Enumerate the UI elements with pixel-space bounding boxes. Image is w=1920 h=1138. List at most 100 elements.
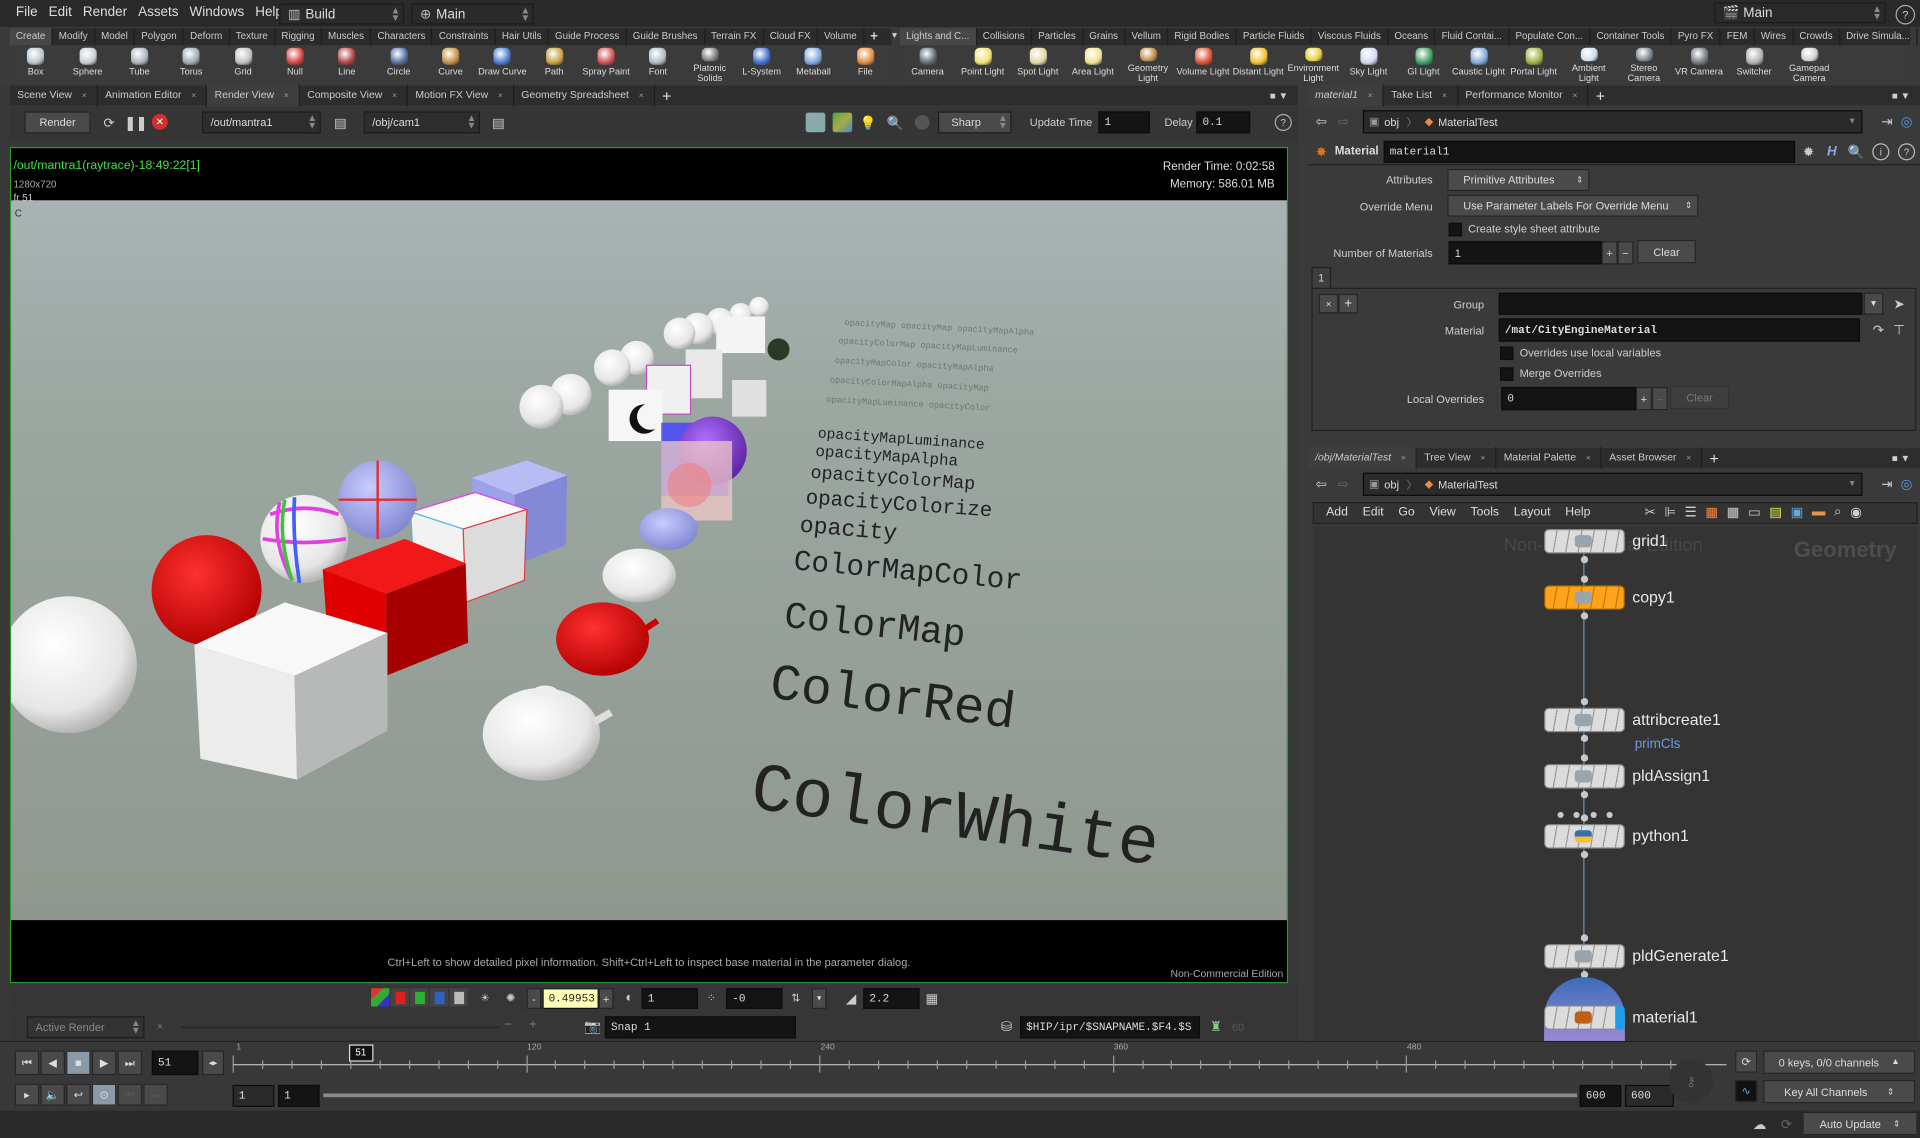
pane-menu-icon[interactable]: ■ ▼ xyxy=(1892,90,1910,101)
brain-icon[interactable]: ☁ xyxy=(1751,1116,1768,1133)
tool-null[interactable]: Null xyxy=(270,45,319,83)
audio-icon[interactable]: 🔈 xyxy=(40,1083,65,1106)
range-slider[interactable] xyxy=(323,1093,1578,1098)
tool-sky-light[interactable]: Sky Light xyxy=(1341,45,1396,83)
play-button[interactable]: ▶ xyxy=(91,1050,117,1076)
pane-menu-icon[interactable]: ■ ▼ xyxy=(1270,90,1288,101)
forward-icon[interactable]: ⇨ xyxy=(1335,113,1352,130)
menu-assets[interactable]: Assets xyxy=(138,5,178,20)
preview-mode-selector[interactable]: Sharp ▲ ▼ xyxy=(937,111,1012,134)
close-tab-icon[interactable]: × xyxy=(1401,454,1406,463)
sticky-note-icon[interactable]: ▤ xyxy=(1769,504,1782,521)
green-channel-button[interactable] xyxy=(410,988,429,1007)
remove-snapshot-icon[interactable]: × xyxy=(157,1020,163,1032)
node-label[interactable]: copy1 xyxy=(1632,588,1674,606)
tab-take-list[interactable]: Take List × xyxy=(1384,84,1459,107)
shape-palette-icon[interactable]: ▦ xyxy=(1727,504,1740,521)
tree-icon[interactable]: ⊫ xyxy=(1664,504,1676,521)
keys-status[interactable]: 0 keys, 0/0 channels ▲ xyxy=(1763,1050,1916,1074)
node-label[interactable]: grid1 xyxy=(1632,531,1667,549)
save-snapshot-icon[interactable]: ⛁ xyxy=(999,1018,1014,1035)
help-icon[interactable]: ? xyxy=(1897,143,1916,161)
next-key-button[interactable]: ⏭ xyxy=(143,1083,168,1106)
path-field[interactable]: ▣ obj 〉 ◆ MaterialTest ▼ xyxy=(1362,110,1863,134)
tool-l-system[interactable]: L-System xyxy=(737,45,786,83)
path-segment[interactable]: MaterialTest xyxy=(1438,116,1497,128)
tool-gamepad-camera[interactable]: Gamepad Camera xyxy=(1782,45,1837,83)
shelf-tab-oceans[interactable]: Oceans xyxy=(1388,28,1436,46)
tool-stereo-camera[interactable]: Stereo Camera xyxy=(1616,45,1671,83)
lut-icon[interactable]: ⇅ xyxy=(787,989,804,1006)
pin-icon[interactable]: ⇥ xyxy=(1878,475,1895,492)
shelf-tab-fem[interactable]: FEM xyxy=(1721,28,1755,46)
close-tab-icon[interactable]: × xyxy=(639,92,644,101)
close-tab-icon[interactable]: × xyxy=(1368,92,1373,101)
lut-dropdown[interactable]: ▼ xyxy=(811,988,827,1009)
stop-icon[interactable]: ✕ xyxy=(151,113,168,130)
tab-render-view[interactable]: Render View × xyxy=(207,84,300,107)
loop-icon[interactable]: ↩ xyxy=(66,1083,91,1106)
node-name-field[interactable]: material1 xyxy=(1383,140,1796,163)
tool-portal-light[interactable]: Portal Light xyxy=(1506,45,1561,83)
display-options-icon[interactable]: ▦ xyxy=(923,989,940,1006)
shelf-tab-rigging[interactable]: Rigging xyxy=(275,28,322,46)
shelf-tab-vellum[interactable]: Vellum xyxy=(1125,28,1169,46)
close-tab-icon[interactable]: × xyxy=(284,92,289,101)
node-attribcreate1[interactable] xyxy=(1544,707,1625,733)
input-connector[interactable] xyxy=(1606,811,1613,818)
tool-camera[interactable]: Camera xyxy=(900,45,955,83)
shelf-tab-constraints[interactable]: Constraints xyxy=(433,28,496,46)
node-label[interactable]: pldGenerate1 xyxy=(1632,947,1728,965)
node-label[interactable]: pldAssign1 xyxy=(1632,767,1710,785)
close-tab-icon[interactable]: × xyxy=(392,92,397,101)
tab-asset-browser[interactable]: Asset Browser × xyxy=(1602,446,1703,469)
tool-geometry-light[interactable]: Geometry Light xyxy=(1120,45,1175,83)
range-start-field[interactable]: 1 xyxy=(232,1084,275,1107)
tool-point-light[interactable]: Point Light xyxy=(955,45,1010,83)
output-connector[interactable] xyxy=(1580,555,1589,564)
close-tab-icon[interactable]: × xyxy=(1480,454,1485,463)
menu-file[interactable]: File xyxy=(16,5,38,20)
shelf-tab-guide-process[interactable]: Guide Process xyxy=(549,28,627,46)
input-connector[interactable] xyxy=(1557,811,1564,818)
auto-save-icon[interactable]: ♜ xyxy=(1209,1018,1224,1035)
shelf-tab-volume[interactable]: Volume xyxy=(818,28,865,46)
step-frame-buttons[interactable]: ◂▸ xyxy=(202,1050,225,1076)
shelf-tab-muscles[interactable]: Muscles xyxy=(322,28,372,46)
playhead-marker[interactable]: 51 xyxy=(348,1044,374,1062)
shelf-tab-create[interactable]: Create xyxy=(9,28,53,46)
network-menu-go[interactable]: Go xyxy=(1398,506,1414,519)
zoom-icon[interactable]: 🔍 xyxy=(887,113,904,133)
close-tab-icon[interactable]: × xyxy=(1686,454,1691,463)
network-box-icon[interactable]: ▭ xyxy=(1748,504,1761,521)
pin-icon[interactable]: ⇥ xyxy=(1878,113,1895,130)
key-mode-selector[interactable]: Key All Channels ⇕ xyxy=(1763,1080,1916,1104)
tab-composite-view[interactable]: Composite View × xyxy=(300,84,409,107)
add-tab-icon[interactable]: + xyxy=(1596,86,1605,104)
light-probe-icon[interactable]: 💡 xyxy=(860,113,877,133)
refresh-icon[interactable]: ⟳ xyxy=(100,113,117,133)
ipr-icon[interactable] xyxy=(805,112,826,133)
shelf-tab-polygon[interactable]: Polygon xyxy=(135,28,185,46)
network-menu-view[interactable]: View xyxy=(1429,506,1455,519)
tab-performance-monitor[interactable]: Performance Monitor × xyxy=(1458,84,1589,107)
snapshot-path-field[interactable]: $HIP/ipr/$SNAPNAME.$F4.$S xyxy=(1020,1016,1201,1039)
tool-switcher[interactable]: Switcher xyxy=(1727,45,1782,83)
menu-edit[interactable]: Edit xyxy=(49,5,72,20)
input-connector[interactable] xyxy=(1580,697,1589,706)
close-tab-icon[interactable]: × xyxy=(1442,92,1447,101)
num-materials-field[interactable]: 1 xyxy=(1448,241,1602,265)
timeline-ruler[interactable]: 1 120 240 360 480 51 xyxy=(232,1042,1727,1079)
path-segment[interactable]: obj xyxy=(1384,116,1399,128)
update-mode-selector[interactable]: Auto Update ⇕ xyxy=(1802,1111,1918,1136)
shelf-tab-collisions[interactable]: Collisions xyxy=(977,28,1033,46)
shelf-tab-lights-and-c[interactable]: Lights and C... xyxy=(900,28,977,46)
shelf-tab-fluid-contai[interactable]: Fluid Contai... xyxy=(1435,28,1510,46)
current-frame-field[interactable]: 51 xyxy=(151,1050,199,1076)
shelf-tab-particles[interactable]: Particles xyxy=(1032,28,1084,46)
menu-windows[interactable]: Windows xyxy=(190,5,245,20)
shelf-tab-deform[interactable]: Deform xyxy=(184,28,230,46)
shelf-tab-pyro-fx[interactable]: Pyro FX xyxy=(1672,28,1721,46)
tool-torus[interactable]: Torus xyxy=(167,45,216,83)
tab-material-palette[interactable]: Material Palette × xyxy=(1496,446,1602,469)
